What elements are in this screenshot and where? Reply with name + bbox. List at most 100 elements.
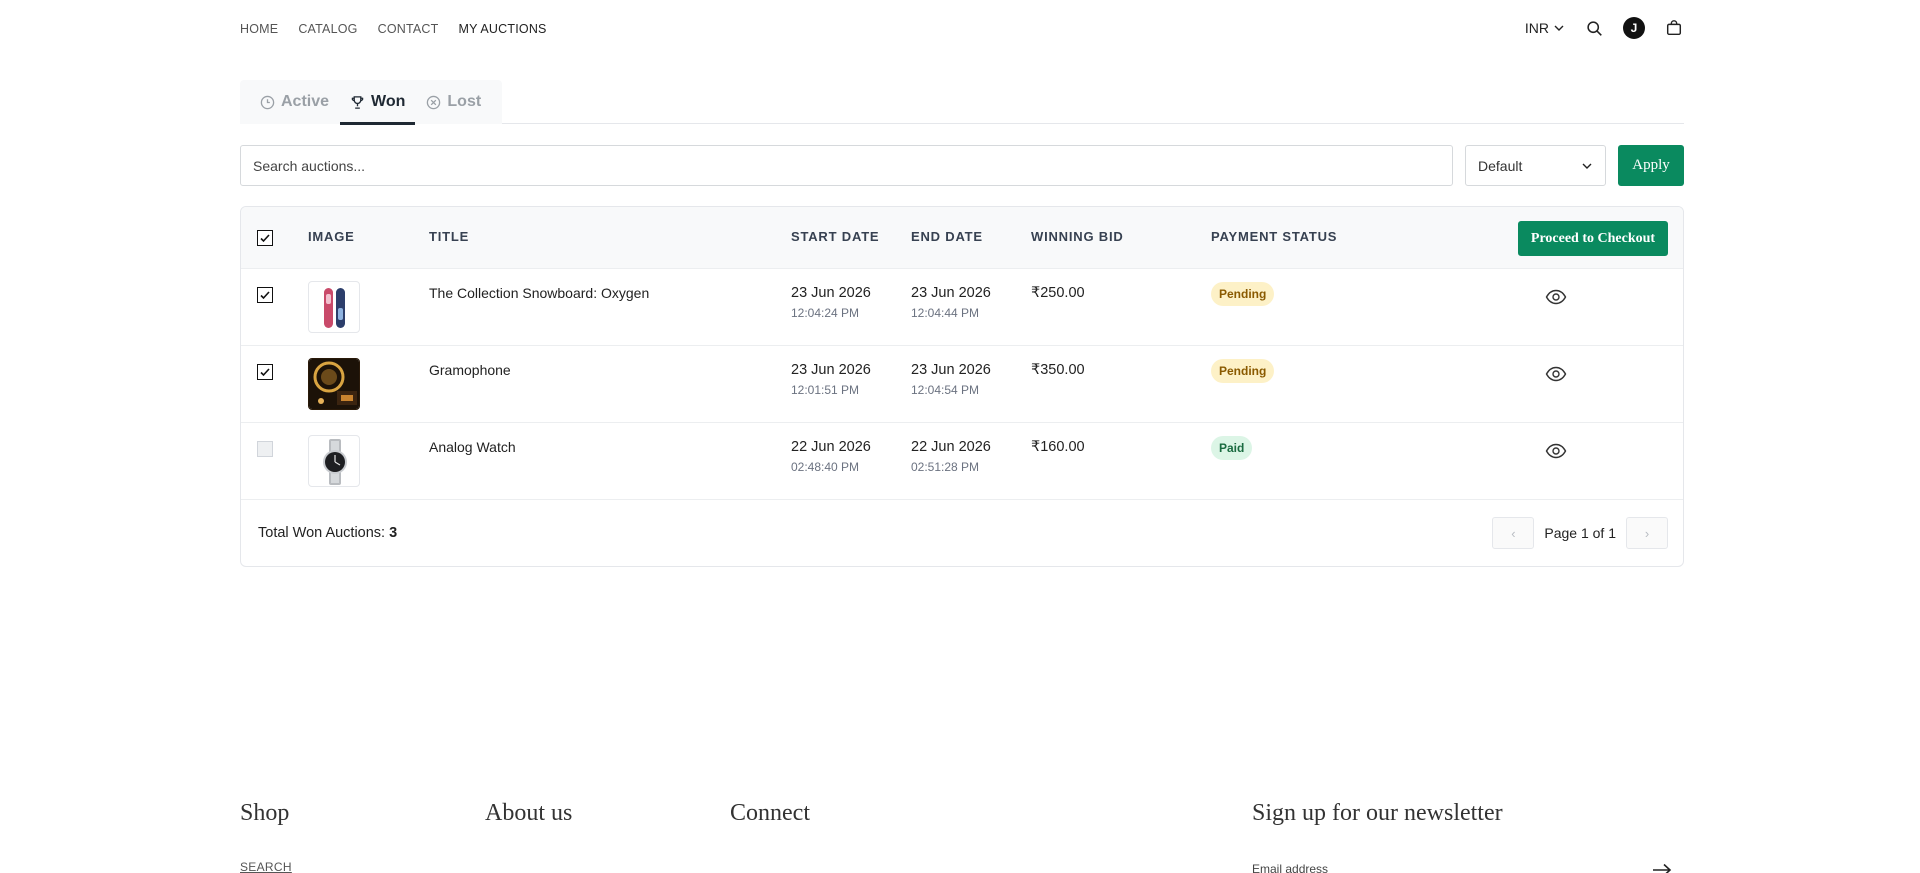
watch-image bbox=[323, 439, 347, 485]
gramophone-image bbox=[309, 359, 359, 409]
newsletter-email-input[interactable]: Email address bbox=[1252, 862, 1328, 873]
sort-value: Default bbox=[1478, 157, 1523, 174]
table-header: IMAGE TITLE START DATE END DATE WINNING … bbox=[241, 207, 1683, 268]
check-icon bbox=[260, 291, 270, 300]
currency-label: INR bbox=[1524, 20, 1549, 36]
winning-bid: ₹350.00 bbox=[1031, 362, 1085, 378]
x-circle-icon bbox=[427, 95, 441, 109]
start-date-time: 02:48:40 PM bbox=[791, 460, 860, 474]
auction-title: Gramophone bbox=[429, 362, 511, 378]
start-date: 23 Jun 2026 12:01:51 PM bbox=[791, 362, 871, 397]
end-date-day: 23 Jun 2026 bbox=[911, 362, 991, 378]
total-label: Total Won Auctions: bbox=[258, 525, 386, 541]
table-row: The Collection Snowboard: Oxygen 23 Jun … bbox=[241, 268, 1683, 345]
auction-title: The Collection Snowboard: Oxygen bbox=[429, 285, 650, 301]
header-actions: INR J bbox=[1525, 17, 1685, 39]
auction-title: Analog Watch bbox=[429, 439, 516, 455]
header-end-date: END DATE bbox=[911, 229, 983, 244]
row-checkbox[interactable] bbox=[257, 364, 273, 380]
main-nav: HOME CATALOG CONTACT MY AUCTIONS bbox=[240, 22, 547, 36]
end-date: 22 Jun 2026 02:51:28 PM bbox=[911, 439, 991, 474]
apply-button[interactable]: Apply bbox=[1618, 145, 1684, 186]
start-date: 23 Jun 2026 12:04:24 PM bbox=[791, 285, 871, 320]
end-date-day: 22 Jun 2026 bbox=[911, 439, 991, 455]
product-thumbnail[interactable] bbox=[308, 281, 360, 333]
footer-newsletter-heading: Sign up for our newsletter bbox=[1252, 800, 1503, 826]
status-badge: Pending bbox=[1211, 359, 1275, 383]
nav-my-auctions[interactable]: MY AUCTIONS bbox=[458, 22, 546, 36]
start-date: 22 Jun 2026 02:48:40 PM bbox=[791, 439, 871, 474]
won-auctions-table: IMAGE TITLE START DATE END DATE WINNING … bbox=[240, 206, 1684, 567]
total-count: 3 bbox=[389, 525, 398, 541]
table-row: Gramophone 23 Jun 2026 12:01:51 PM 23 Ju… bbox=[241, 345, 1683, 422]
winning-bid: ₹160.00 bbox=[1031, 439, 1085, 455]
table-footer: Total Won Auctions: 3 ‹ Page 1 of 1 › bbox=[241, 499, 1683, 566]
end-date-time: 12:04:44 PM bbox=[911, 306, 980, 320]
sort-select[interactable]: Default bbox=[1465, 145, 1606, 186]
select-all-checkbox[interactable] bbox=[257, 230, 273, 246]
tab-label: Won bbox=[371, 93, 406, 110]
footer-about-heading: About us bbox=[485, 800, 573, 826]
header-payment-status: PAYMENT STATUS bbox=[1211, 229, 1338, 244]
currency-selector[interactable]: INR bbox=[1525, 20, 1565, 36]
end-date-day: 23 Jun 2026 bbox=[911, 285, 991, 301]
table-row: Analog Watch 22 Jun 2026 02:48:40 PM 22 … bbox=[241, 422, 1683, 499]
product-thumbnail[interactable] bbox=[308, 358, 360, 410]
cart-icon[interactable] bbox=[1663, 17, 1685, 39]
total-won-auctions: Total Won Auctions: 3 bbox=[258, 525, 397, 541]
check-icon bbox=[260, 368, 270, 377]
auction-tabs: Active Won Lost bbox=[240, 80, 1684, 125]
eye-icon[interactable] bbox=[1545, 443, 1567, 459]
proceed-to-checkout-button[interactable]: Proceed to Checkout bbox=[1518, 221, 1668, 256]
nav-home[interactable]: HOME bbox=[240, 22, 278, 36]
tab-label: Lost bbox=[447, 93, 482, 110]
start-date-day: 23 Jun 2026 bbox=[791, 362, 871, 378]
next-page-button[interactable]: › bbox=[1626, 517, 1668, 549]
clock-icon bbox=[260, 95, 275, 109]
row-checkbox[interactable] bbox=[257, 441, 273, 457]
tab-active[interactable]: Active bbox=[250, 80, 339, 124]
start-date-day: 22 Jun 2026 bbox=[791, 439, 871, 455]
header-winning-bid: WINNING BID bbox=[1031, 229, 1124, 244]
status-badge: Pending bbox=[1211, 282, 1275, 306]
row-checkbox[interactable] bbox=[257, 287, 273, 303]
avatar[interactable]: J bbox=[1623, 17, 1645, 39]
nav-catalog[interactable]: CATALOG bbox=[298, 22, 357, 36]
footer-search-link[interactable]: SEARCH bbox=[240, 860, 292, 873]
site-footer: Shop About us Connect Sign up for our ne… bbox=[0, 800, 1920, 873]
header-image: IMAGE bbox=[308, 229, 355, 244]
end-date-time: 02:51:28 PM bbox=[911, 460, 980, 474]
eye-icon[interactable] bbox=[1545, 289, 1567, 305]
status-badge: Paid bbox=[1211, 436, 1253, 460]
header-title: TITLE bbox=[429, 229, 470, 244]
prev-page-button[interactable]: ‹ bbox=[1492, 517, 1535, 549]
end-date-time: 12:04:54 PM bbox=[911, 383, 980, 397]
chevron-down-icon bbox=[1582, 163, 1592, 169]
winning-bid: ₹250.00 bbox=[1031, 285, 1085, 301]
footer-shop-heading: Shop bbox=[240, 800, 290, 826]
start-date-day: 23 Jun 2026 bbox=[791, 285, 871, 301]
check-icon bbox=[260, 234, 270, 243]
tab-lost[interactable]: Lost bbox=[416, 80, 491, 124]
site-header: HOME CATALOG CONTACT MY AUCTIONS INR J bbox=[0, 0, 1920, 60]
nav-contact[interactable]: CONTACT bbox=[378, 22, 439, 36]
tab-won[interactable]: Won bbox=[340, 80, 416, 125]
tab-label: Active bbox=[281, 93, 330, 110]
pagination: ‹ Page 1 of 1 › bbox=[1492, 517, 1668, 549]
filter-bar: Default Apply bbox=[240, 145, 1684, 186]
product-thumbnail[interactable] bbox=[308, 435, 360, 487]
eye-icon[interactable] bbox=[1545, 366, 1567, 382]
search-input[interactable] bbox=[240, 145, 1453, 186]
footer-connect-heading: Connect bbox=[730, 800, 810, 826]
start-date-time: 12:01:51 PM bbox=[791, 383, 860, 397]
header-start-date: START DATE bbox=[791, 229, 880, 244]
chevron-down-icon bbox=[1554, 25, 1564, 31]
end-date: 23 Jun 2026 12:04:54 PM bbox=[911, 362, 991, 397]
end-date: 23 Jun 2026 12:04:44 PM bbox=[911, 285, 991, 320]
trophy-icon bbox=[351, 95, 364, 109]
snowboard-image bbox=[324, 288, 345, 328]
arrow-right-icon[interactable] bbox=[1652, 863, 1672, 873]
start-date-time: 12:04:24 PM bbox=[791, 306, 860, 320]
search-icon[interactable] bbox=[1583, 17, 1605, 39]
page-indicator: Page 1 of 1 bbox=[1544, 525, 1616, 541]
